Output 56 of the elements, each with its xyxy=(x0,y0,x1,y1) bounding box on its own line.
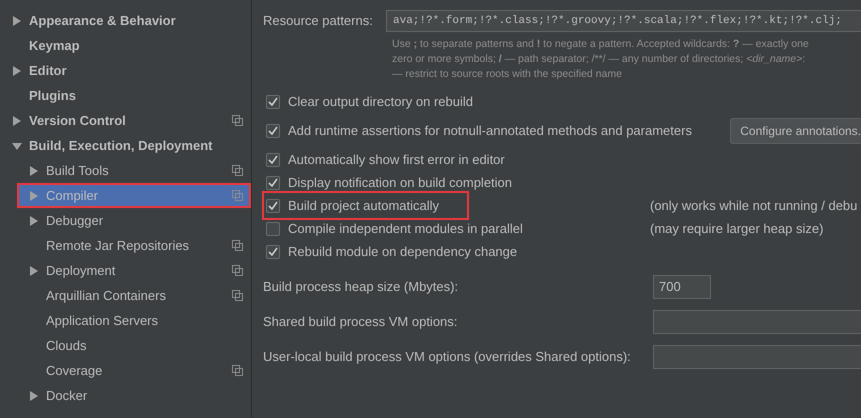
field-label: Resource patterns: xyxy=(263,12,374,30)
tree-item[interactable]: Version Control xyxy=(0,108,251,133)
tree-item[interactable]: Build Tools xyxy=(0,158,251,183)
tree-item[interactable]: Application Servers xyxy=(0,308,251,333)
field-label: Shared build process VM options: xyxy=(263,312,458,331)
copy-icon xyxy=(232,290,243,301)
checkbox[interactable] xyxy=(266,244,280,258)
tree-item[interactable]: Remote Jar Repositories xyxy=(0,233,251,258)
copy-icon xyxy=(232,165,243,176)
checkbox-label[interactable]: Automatically show first error in editor xyxy=(286,148,507,170)
check-icon xyxy=(268,155,278,164)
note-text: (may require larger heap size) xyxy=(650,220,824,238)
input-field[interactable] xyxy=(653,310,861,334)
check-icon xyxy=(268,247,278,256)
checkbox[interactable] xyxy=(266,124,280,138)
copy-icon xyxy=(232,190,243,201)
field-label: Build process heap size (Mbytes): xyxy=(263,278,460,296)
hint-text: Use ; to separate patterns and ! to negate a pattern. Accepted wildcards: ? — exactly one xyxy=(392,37,810,52)
copy-icon xyxy=(232,365,243,376)
tree-item[interactable]: Build, Execution, Deployment xyxy=(0,133,251,158)
checkbox-label[interactable]: Add runtime assertions for notnull-annotated methods and parameters xyxy=(286,120,694,142)
checkbox-label[interactable]: Clear output directory on rebuild xyxy=(286,90,475,112)
tree-item[interactable]: Editor xyxy=(0,58,251,83)
checkbox[interactable] xyxy=(266,94,280,108)
tree-item[interactable]: Deployment xyxy=(0,258,251,283)
tree-item[interactable]: Plugins xyxy=(0,83,251,108)
checkbox[interactable] xyxy=(266,176,280,190)
check-icon xyxy=(268,201,278,210)
input-field[interactable]: ava;!?*.form;!?*.class;!?*.groovy;!?*.scala;!?*.flex;!?*.kt;!?*.clj; xyxy=(386,10,861,32)
hint-text: — restrict to source roots with the specified name xyxy=(392,67,623,82)
copy-icon xyxy=(232,240,243,251)
tree-item[interactable]: Arquillian Containers xyxy=(0,283,251,308)
tree-item[interactable]: Coverage xyxy=(0,358,251,383)
checkbox[interactable] xyxy=(266,152,280,166)
configure-button[interactable]: Configure annotations. xyxy=(730,118,861,144)
copy-icon xyxy=(232,115,243,126)
note-text: (only works while not running / debu xyxy=(650,196,858,215)
tree-item[interactable]: Appearance & Behavior xyxy=(0,8,251,33)
copy-icon xyxy=(232,265,243,276)
field-label: User-local build process VM options (overrides Shared options): xyxy=(263,348,632,366)
hint-text: zero or more symbols; / — path separator; /**/ — any number of directories; <dir_name>: xyxy=(392,52,806,67)
input-field[interactable] xyxy=(653,344,861,368)
check-icon xyxy=(268,97,278,106)
tree-item[interactable]: Keymap xyxy=(0,33,251,58)
checkbox-label[interactable]: Build project automatically xyxy=(264,192,468,218)
checkbox-label[interactable]: Display notification on build completion xyxy=(286,172,514,194)
tree-item[interactable]: Debugger xyxy=(0,208,251,233)
check-icon xyxy=(268,178,278,187)
tree-item[interactable]: Docker xyxy=(0,383,251,408)
tree-item[interactable]: Clouds xyxy=(0,333,251,358)
checkbox[interactable] xyxy=(266,222,280,236)
checkbox[interactable] xyxy=(266,198,280,212)
input-field[interactable]: 700 xyxy=(653,274,711,298)
checkbox-label[interactable]: Rebuild module on dependency change xyxy=(286,240,520,262)
check-icon xyxy=(268,126,278,135)
checkbox-label[interactable]: Compile independent modules in parallel xyxy=(286,218,525,240)
